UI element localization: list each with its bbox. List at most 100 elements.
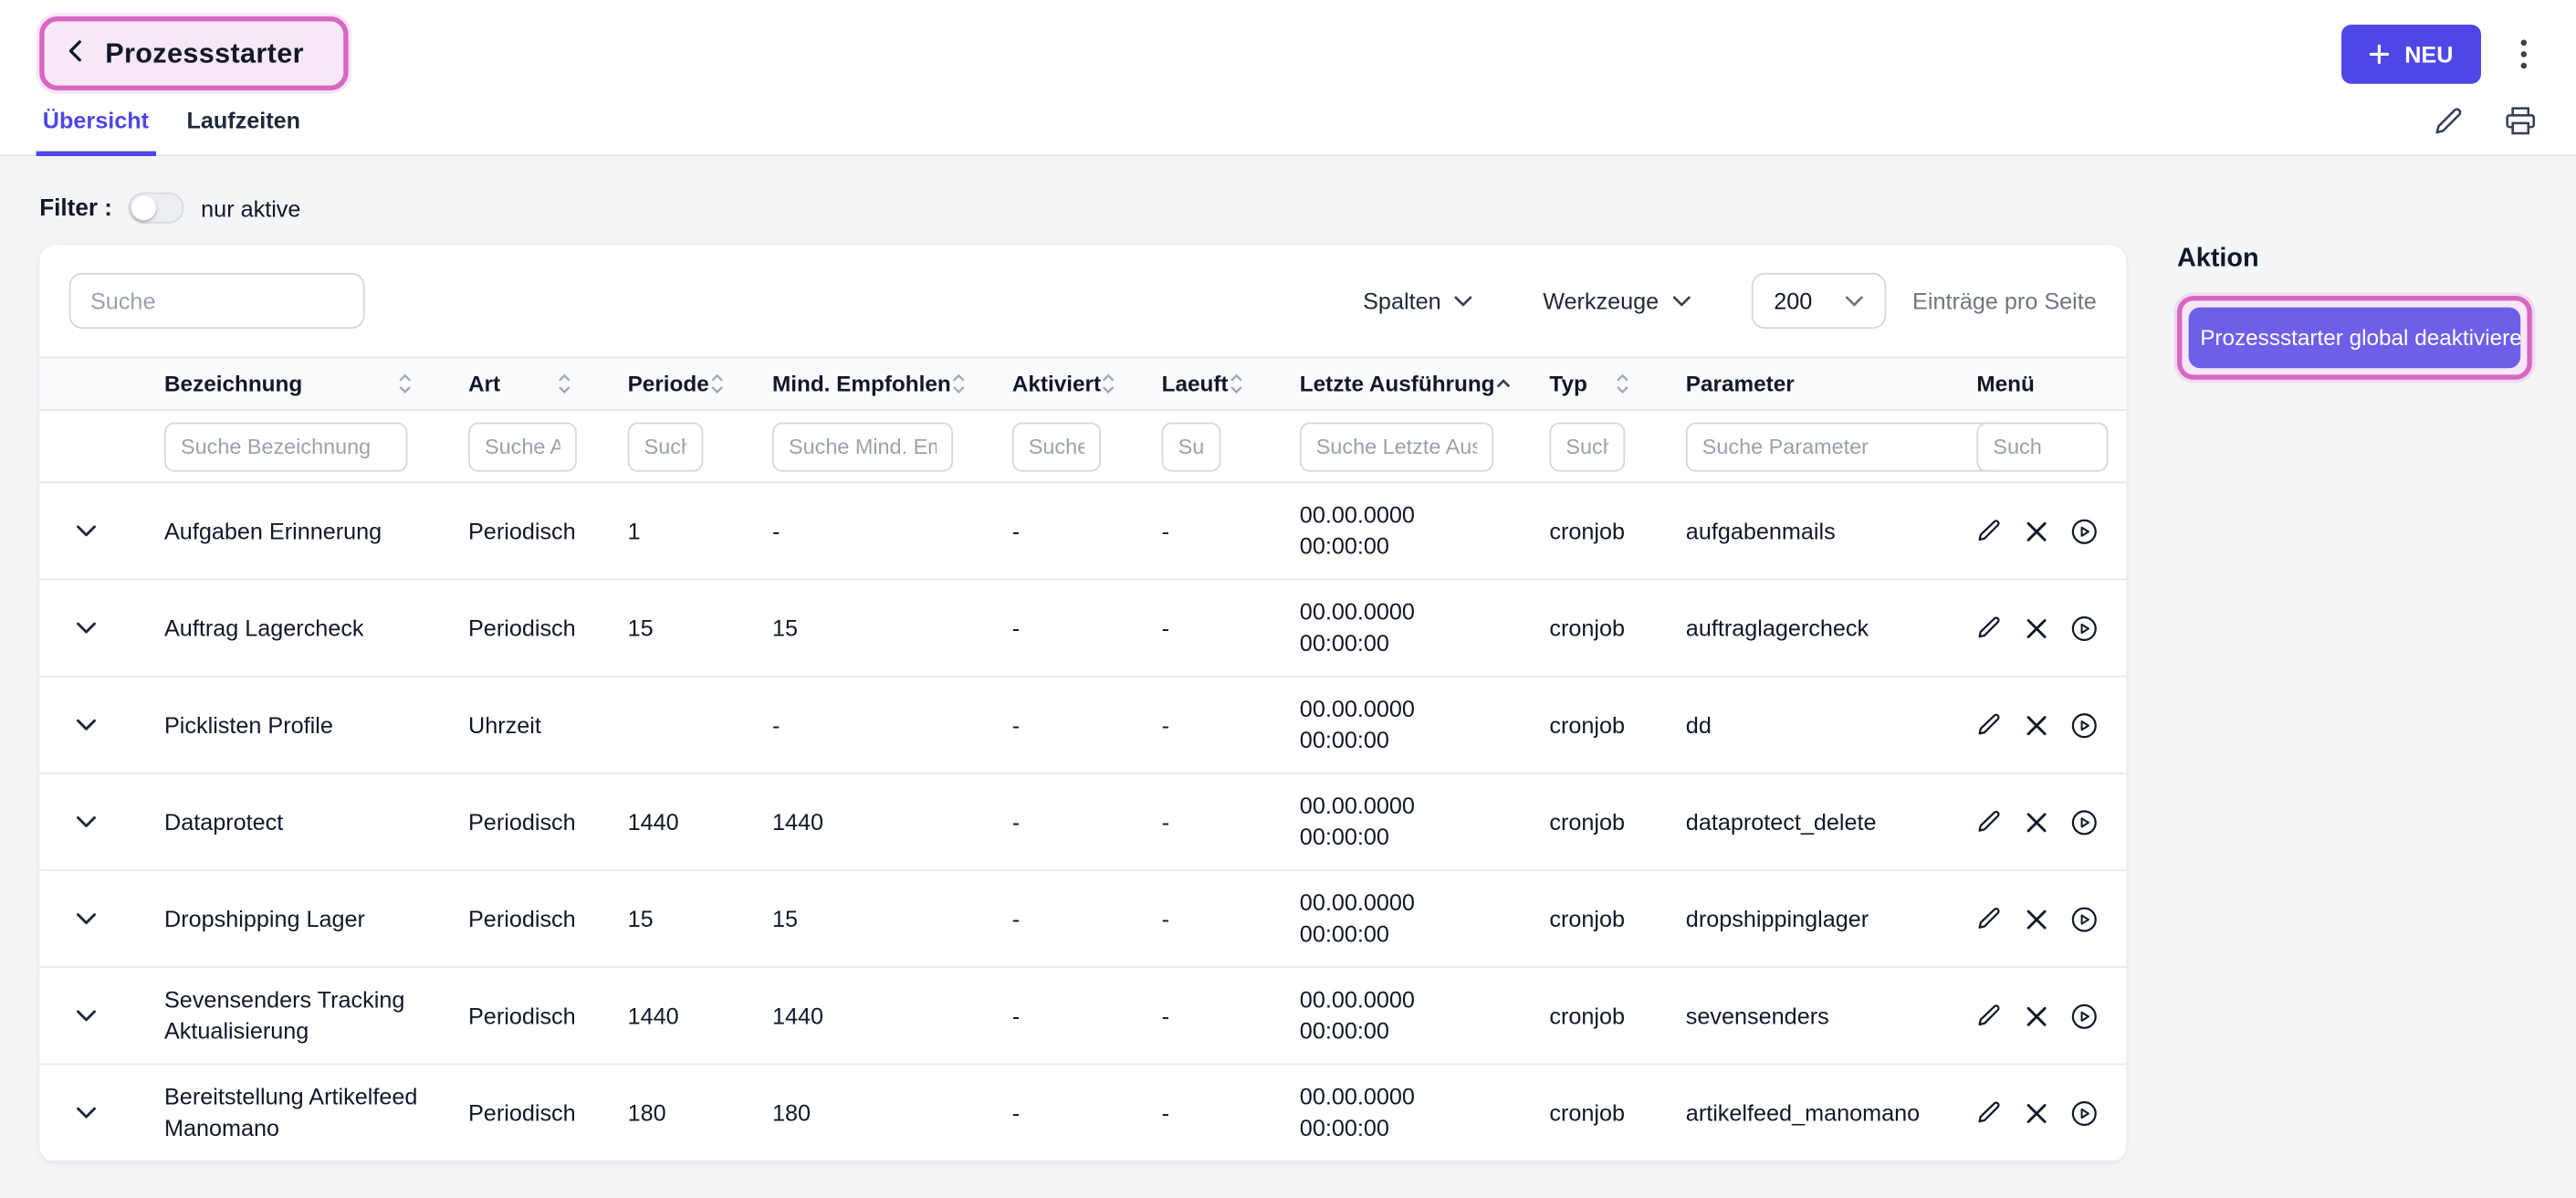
chevron-down-icon	[1845, 295, 1863, 307]
row-edit-button[interactable]	[1976, 1099, 2003, 1126]
filter-input-mind-empfohlen[interactable]	[772, 422, 953, 471]
pencil-icon	[2434, 105, 2465, 136]
page-size-select[interactable]: 200	[1751, 273, 1886, 329]
filter-input-letzte-ausf-hrung[interactable]	[1300, 422, 1493, 471]
toggle-label: nur aktive	[201, 194, 300, 221]
cell-art: Periodisch	[435, 987, 595, 1045]
filter-input-periode[interactable]	[628, 422, 704, 471]
tab-laufzeiten[interactable]: Laufzeiten	[183, 97, 304, 154]
filter-input-laeuft[interactable]	[1162, 422, 1221, 471]
column-header-men[interactable]: Menü	[1943, 372, 2126, 396]
x-icon	[2026, 520, 2047, 541]
table-body: Aufgaben ErinnerungPeriodisch1---00.00.0…	[39, 483, 2126, 1161]
column-header-aktiviert[interactable]: Aktiviert	[979, 372, 1129, 396]
row-edit-button[interactable]	[1976, 809, 2003, 835]
spalten-dropdown[interactable]: Spalten	[1353, 286, 1482, 315]
filter-input-typ[interactable]	[1549, 422, 1625, 471]
row-edit-button[interactable]	[1976, 518, 2003, 544]
cell-letzte-ausfuehrung: 00.00.000000:00:00	[1267, 487, 1517, 575]
cell-art: Periodisch	[435, 599, 595, 657]
column-header-mind-empfohlen[interactable]: Mind. Empfohlen	[739, 372, 979, 396]
row-play-button[interactable]	[2070, 808, 2099, 836]
new-button[interactable]: NEU	[2342, 24, 2481, 83]
expand-row-button[interactable]	[67, 807, 104, 836]
column-label: Art	[468, 372, 500, 396]
chevron-down-icon	[75, 912, 96, 925]
row-edit-button[interactable]	[1976, 1003, 2003, 1029]
column-header-parameter[interactable]: Parameter	[1653, 372, 1944, 396]
expand-row-button[interactable]	[67, 904, 104, 933]
search-input[interactable]	[69, 273, 365, 329]
print-button[interactable]	[2504, 105, 2537, 136]
filter-cell	[979, 422, 1129, 471]
filter-input-men[interactable]	[1976, 422, 2108, 471]
column-header-typ[interactable]: Typ	[1516, 372, 1652, 396]
table-row: DataprotectPeriodisch14401440--00.00.000…	[39, 774, 2126, 871]
row-edit-button[interactable]	[1976, 615, 2003, 641]
row-play-button[interactable]	[2070, 517, 2099, 545]
row-play-button[interactable]	[2070, 1098, 2099, 1127]
cell-art: Periodisch	[435, 793, 595, 851]
filter-cell	[1516, 422, 1652, 471]
letzte-time: 00:00:00	[1300, 919, 1501, 950]
table-card: Spalten Werkzeuge 200 Eintr	[39, 245, 2126, 1161]
row-edit-button[interactable]	[1976, 906, 2003, 932]
action-highlight-annotation: Prozessstarter global deaktivieren	[2177, 296, 2532, 380]
cell-periode: 15	[595, 890, 739, 948]
row-delete-button[interactable]	[2026, 714, 2047, 735]
cell-typ: cronjob	[1516, 599, 1652, 657]
werkzeuge-dropdown[interactable]: Werkzeuge	[1533, 286, 1700, 315]
cell-periode: 1	[595, 502, 739, 560]
pencil-icon	[1976, 711, 2003, 738]
cell-letzte-ausfuehrung: 00.00.000000:00:00	[1267, 777, 1517, 866]
cell-typ: cronjob	[1516, 987, 1652, 1045]
letzte-date: 00.00.0000	[1300, 888, 1501, 919]
cell-bezeichnung: Bereitstellung Artikelfeed Manomano	[131, 1068, 435, 1157]
column-header-bezeichnung[interactable]: Bezeichnung	[131, 372, 435, 396]
global-deactivate-button[interactable]: Prozessstarter global deaktivieren	[2189, 308, 2521, 369]
filter-cell	[435, 422, 595, 471]
cell-bezeichnung: Dataprotect	[131, 793, 435, 851]
column-header-letzte-ausf-hrung[interactable]: Letzte Ausführung	[1267, 372, 1517, 396]
column-header-art[interactable]: Art	[435, 372, 595, 396]
expand-row-button[interactable]	[67, 1001, 104, 1030]
expand-row-button[interactable]	[67, 710, 104, 740]
chevron-down-icon	[75, 1009, 96, 1022]
expand-row-button[interactable]	[67, 516, 104, 545]
row-play-button[interactable]	[2070, 905, 2099, 933]
column-header-laeuft[interactable]: Laeuft	[1129, 372, 1267, 396]
page-size-label: Einträge pro Seite	[1912, 288, 2097, 314]
edit-page-button[interactable]	[2434, 105, 2465, 136]
cell-mind-empfohlen: 1440	[739, 793, 979, 851]
cell-letzte-ausfuehrung: 00.00.000000:00:00	[1267, 680, 1517, 769]
column-header-periode[interactable]: Periode	[595, 372, 739, 396]
cell-typ: cronjob	[1516, 890, 1652, 948]
cell-letzte-ausfuehrung: 00.00.000000:00:00	[1267, 583, 1517, 672]
row-delete-button[interactable]	[2026, 1102, 2047, 1123]
cell-letzte-ausfuehrung: 00.00.000000:00:00	[1267, 875, 1517, 963]
row-delete-button[interactable]	[2026, 617, 2047, 638]
row-delete-button[interactable]	[2026, 909, 2047, 930]
row-play-button[interactable]	[2070, 711, 2099, 740]
row-delete-button[interactable]	[2026, 811, 2047, 832]
x-icon	[2026, 617, 2047, 638]
filter-input-art[interactable]	[468, 422, 577, 471]
table-header-row: Bezeichnung Art PeriodeMind. EmpfohlenAkti…	[39, 357, 2126, 411]
letzte-date: 00.00.0000	[1300, 791, 1501, 822]
filter-input-aktiviert[interactable]	[1012, 422, 1101, 471]
filter-input-bezeichnung[interactable]	[164, 422, 407, 471]
active-only-toggle[interactable]	[129, 193, 184, 224]
kebab-menu-button[interactable]	[2510, 32, 2537, 75]
expand-row-button[interactable]	[67, 613, 104, 642]
row-play-button[interactable]	[2070, 1002, 2099, 1030]
row-delete-button[interactable]	[2026, 1005, 2047, 1026]
row-edit-button[interactable]	[1976, 711, 2003, 738]
cell-menu	[1943, 601, 2126, 655]
back-button[interactable]	[64, 37, 85, 71]
row-delete-button[interactable]	[2026, 520, 2047, 541]
row-play-button[interactable]	[2070, 614, 2099, 642]
letzte-time: 00:00:00	[1300, 1113, 1501, 1144]
column-label: Typ	[1549, 372, 1586, 396]
expand-row-button[interactable]	[67, 1098, 104, 1127]
tab-uebersicht[interactable]: Übersicht	[39, 97, 152, 154]
